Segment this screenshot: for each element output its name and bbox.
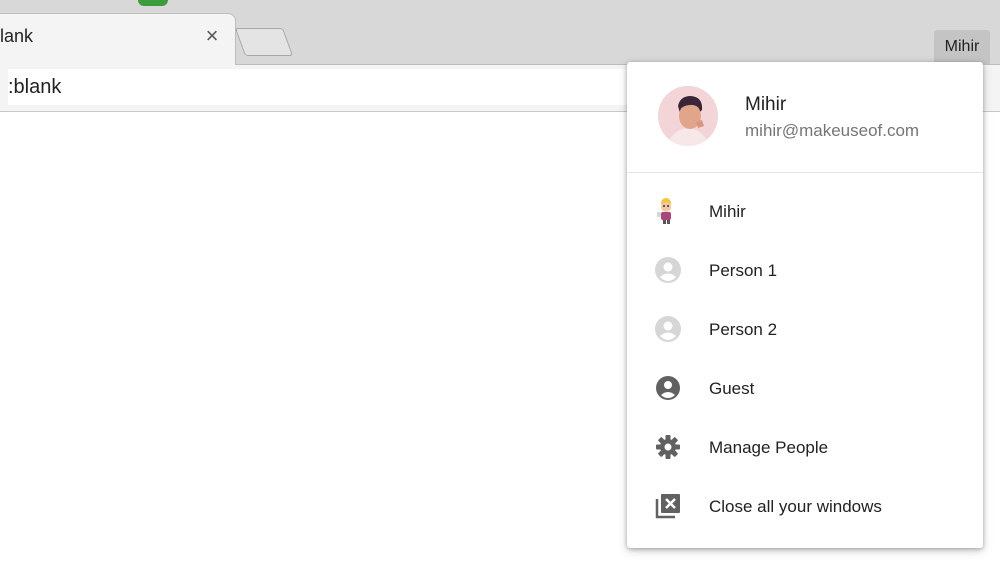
close-all-windows-item[interactable]: Close all your windows <box>627 477 983 536</box>
profile-button[interactable]: Mihir <box>934 30 990 64</box>
profile-item-person-1[interactable]: Person 1 <box>627 241 983 300</box>
cartoon-avatar-icon <box>657 198 671 224</box>
new-tab-button[interactable] <box>234 28 294 56</box>
guest-label: Guest <box>709 379 755 398</box>
profile-item-person-2[interactable]: Person 2 <box>627 300 983 359</box>
profile-menu: Mihir mihir@makeuseof.com Mihir Person 1… <box>627 62 983 548</box>
close-tab-icon[interactable]: × <box>200 24 224 48</box>
manage-people-label: Manage People <box>709 438 829 457</box>
browser-logo-icon <box>138 0 168 6</box>
account-circle-icon <box>656 376 680 400</box>
gear-icon <box>656 435 680 459</box>
person-avatar-icon <box>655 257 681 283</box>
tab-blank[interactable]: lank × <box>0 13 236 65</box>
profile-name: Mihir <box>745 94 787 115</box>
avatar <box>658 86 718 146</box>
profile-item-label: Mihir <box>709 202 746 221</box>
tab-strip: lank × Mihir <box>0 0 1000 65</box>
close-windows-icon <box>655 494 680 519</box>
user-photo-icon <box>658 86 718 146</box>
tab-title: lank <box>0 26 34 46</box>
profile-list: Mihir Person 1 Person 2 Guest Manage Peo… <box>627 182 983 536</box>
menu-divider <box>627 172 983 173</box>
profile-email: mihir@makeuseof.com <box>745 121 920 140</box>
profile-item-label: Person 2 <box>709 320 778 339</box>
close-all-windows-label: Close all your windows <box>709 497 882 516</box>
profile-header[interactable]: Mihir mihir@makeuseof.com <box>627 62 983 172</box>
profile-item-label: Person 1 <box>709 261 778 280</box>
profile-item-mihir[interactable]: Mihir <box>627 182 983 241</box>
person-avatar-icon <box>655 316 681 342</box>
guest-item[interactable]: Guest <box>627 359 983 418</box>
manage-people-item[interactable]: Manage People <box>627 418 983 477</box>
address-bar[interactable] <box>8 69 648 105</box>
